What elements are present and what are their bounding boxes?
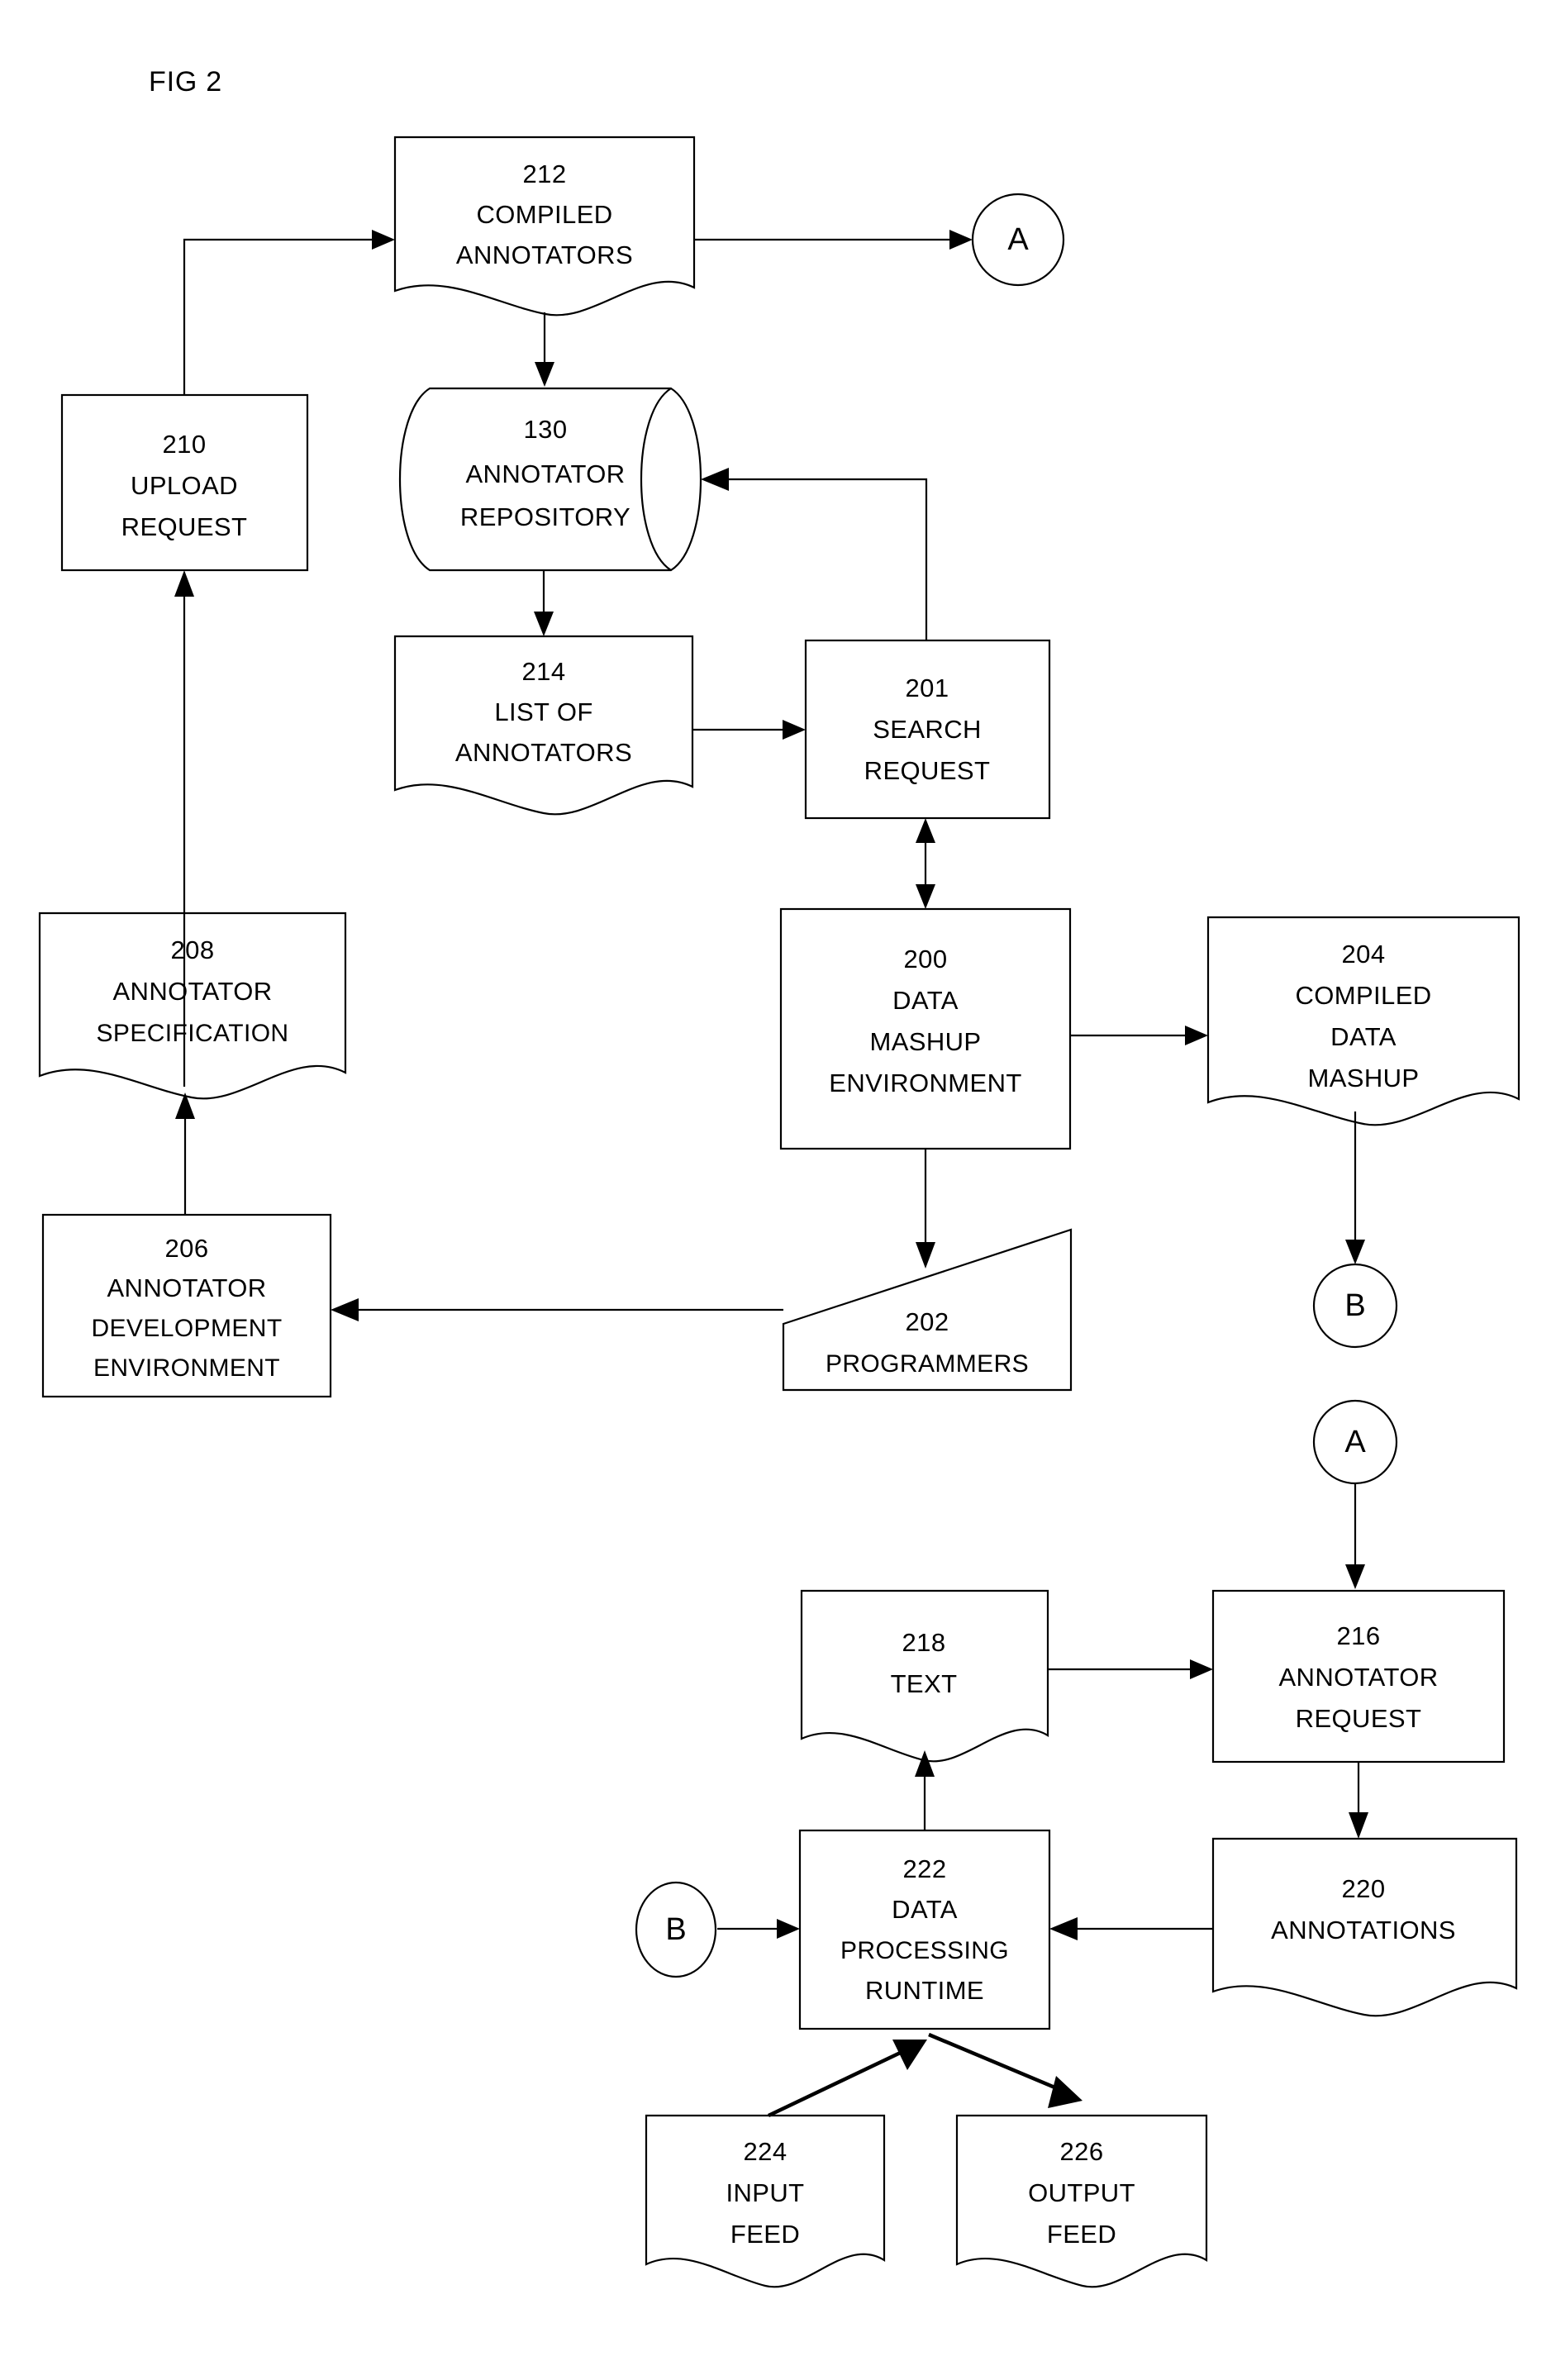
node-line3: ENVIRONMENT: [93, 1354, 280, 1382]
node-line2: ANNOTATORS: [455, 738, 632, 767]
edge-216-to-220: [1349, 1762, 1368, 1839]
edge-b-to-222: [717, 1919, 800, 1939]
edge-a-to-216: [1345, 1483, 1365, 1589]
node-line1: TEXT: [891, 1669, 958, 1698]
edge-218-to-216: [1048, 1659, 1213, 1679]
node-214-list-of-annotators[interactable]: 214 LIST OF ANNOTATORS: [393, 635, 694, 816]
edge-222-to-218: [915, 1750, 935, 1830]
node-line3: ENVIRONMENT: [829, 1069, 1021, 1097]
node-208-annotator-specification[interactable]: 208 ANNOTATOR SPECIFICATION: [38, 912, 347, 1100]
node-ref: 210: [163, 430, 207, 459]
node-212-compiled-annotators[interactable]: 212 COMPILED ANNOTATORS: [393, 136, 696, 317]
node-ref: 214: [522, 657, 566, 686]
node-ref: 202: [906, 1307, 949, 1336]
node-ref: 212: [523, 159, 567, 188]
node-220-annotations[interactable]: 220 ANNOTATIONS: [1211, 1837, 1518, 2017]
node-218-text[interactable]: 218 TEXT: [800, 1589, 1049, 1763]
edge-214-to-201: [692, 720, 806, 740]
edge-212-to-130: [535, 312, 554, 387]
node-line2: FEED: [730, 2220, 800, 2249]
node-line1: ANNOTATOR: [112, 977, 272, 1006]
node-line2: MASHUP: [869, 1027, 981, 1056]
connector-label: A: [1007, 222, 1029, 257]
node-line2: REQUEST: [1296, 1704, 1422, 1733]
node-130-annotator-repository[interactable]: 130 ANNOTATOR REPOSITORY: [399, 387, 702, 572]
connector-label: A: [1344, 1425, 1366, 1459]
node-226-output-feed[interactable]: 226 OUTPUT FEED: [955, 2114, 1208, 2288]
node-line1: ANNOTATOR: [1278, 1663, 1438, 1692]
node-line1: COMPILED: [476, 200, 612, 229]
node-line2: PROCESSING: [840, 1937, 1009, 1964]
node-line2: REQUEST: [121, 512, 248, 541]
node-line2: ANNOTATORS: [456, 240, 633, 269]
node-224-input-feed[interactable]: 224 INPUT FEED: [645, 2114, 886, 2288]
node-222-data-processing-runtime[interactable]: 222 DATA PROCESSING RUNTIME: [798, 1829, 1051, 2030]
node-206-annotator-development-environment[interactable]: 206 ANNOTATOR DEVELOPMENT ENVIRONMENT: [41, 1213, 332, 1398]
node-line1: OUTPUT: [1028, 2178, 1135, 2207]
node-line2: REQUEST: [864, 756, 991, 785]
connector-a-mid[interactable]: A: [1312, 1399, 1398, 1485]
node-ref: 201: [906, 674, 949, 702]
node-ref: 204: [1342, 940, 1386, 969]
edge-201-to-130: [701, 468, 928, 640]
node-line1: UPLOAD: [131, 471, 238, 500]
node-line3: MASHUP: [1307, 1064, 1419, 1092]
edge-201-200-bidirectional: [916, 818, 935, 909]
node-line1: INPUT: [726, 2178, 805, 2207]
node-line1: COMPILED: [1295, 981, 1431, 1010]
connector-label: B: [1344, 1288, 1365, 1323]
edge-200-to-202: [916, 1149, 935, 1269]
node-line1: ANNOTATOR: [107, 1273, 266, 1302]
edge-212-to-a: [694, 230, 973, 250]
node-ref: 220: [1342, 1874, 1386, 1903]
node-line1: LIST OF: [494, 697, 592, 726]
node-line2: DEVELOPMENT: [91, 1315, 282, 1342]
edge-220-to-222: [1049, 1917, 1213, 1940]
edge-210-to-212: [183, 230, 395, 395]
node-ref: 200: [904, 945, 948, 973]
node-line1: ANNOTATOR: [465, 459, 625, 488]
node-line3: RUNTIME: [865, 1976, 984, 2005]
node-ref: 206: [165, 1234, 209, 1263]
connector-label: B: [665, 1912, 686, 1947]
connector-b-mid[interactable]: B: [1312, 1263, 1398, 1349]
node-ref: 216: [1337, 1621, 1381, 1650]
edge-224-to-222: [768, 2040, 927, 2118]
node-ref: 218: [902, 1628, 946, 1657]
node-line1: SEARCH: [873, 715, 982, 744]
edge-222-to-226: [928, 2032, 1083, 2108]
node-ref: 222: [903, 1854, 947, 1883]
node-204-compiled-data-mashup[interactable]: 204 COMPILED DATA MASHUP: [1206, 916, 1520, 1126]
edge-200-to-204: [1070, 1026, 1208, 1045]
node-201-search-request[interactable]: 201 SEARCH REQUEST: [804, 639, 1051, 820]
node-line2: REPOSITORY: [460, 502, 630, 531]
node-ref: 130: [524, 415, 568, 444]
node-ref: 208: [171, 935, 215, 964]
node-216-annotator-request[interactable]: 216 ANNOTATOR REQUEST: [1211, 1589, 1506, 1764]
connector-a-top[interactable]: A: [971, 193, 1065, 287]
edge-204-to-b: [1345, 1111, 1365, 1264]
node-line2: FEED: [1047, 2220, 1116, 2249]
flowchart-svg: FIG 2 212 COMPILED ANNOTATORS A 130 ANNO…: [38, 66, 1520, 2288]
node-line1: PROGRAMMERS: [826, 1350, 1029, 1378]
edge-206-to-208: [175, 1092, 195, 1215]
node-ref: 226: [1060, 2137, 1104, 2166]
page-title: FIG 2: [149, 66, 222, 98]
node-line1: ANNOTATIONS: [1271, 1916, 1456, 1944]
node-210-upload-request[interactable]: 210 UPLOAD REQUEST: [60, 393, 309, 572]
node-line2: SPECIFICATION: [97, 1020, 289, 1047]
node-line1: DATA: [892, 986, 959, 1015]
edge-130-to-214: [534, 570, 554, 636]
node-ref: 224: [744, 2137, 788, 2166]
node-line1: DATA: [892, 1895, 958, 1924]
figure-canvas: FIG 2 212 COMPILED ANNOTATORS A 130 ANNO…: [0, 0, 1556, 2380]
connector-b-bottom[interactable]: B: [635, 1881, 717, 1978]
edge-202-to-206: [331, 1298, 783, 1321]
node-200-data-mashup-environment[interactable]: 200 DATA MASHUP ENVIRONMENT: [779, 907, 1072, 1150]
node-line2: DATA: [1330, 1022, 1397, 1051]
